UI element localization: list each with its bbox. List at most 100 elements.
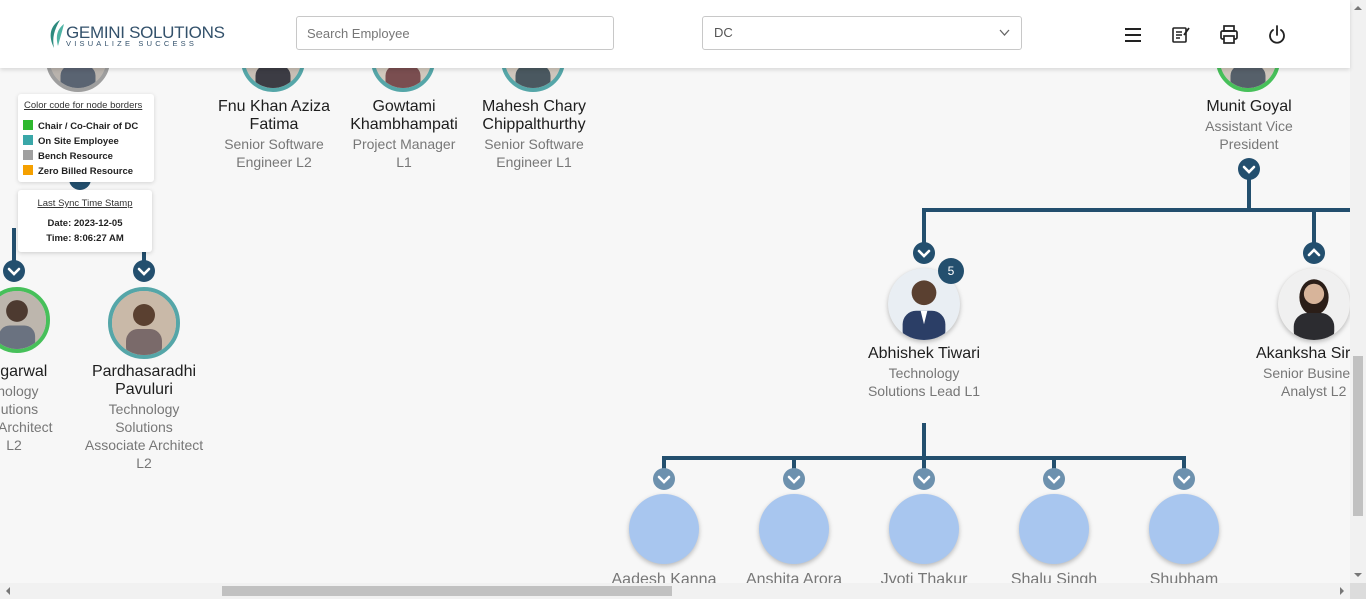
scrollbar-corner bbox=[1350, 583, 1366, 599]
title-line: Project Manager bbox=[352, 136, 456, 152]
employee-photo-placeholder[interactable] bbox=[1019, 494, 1089, 564]
employee-name: Shubham bbox=[1149, 571, 1219, 583]
horizontal-scrollbar[interactable] bbox=[0, 583, 1350, 599]
menu-button[interactable] bbox=[1121, 23, 1145, 47]
logo[interactable]: GEMINI SOLUTIONS VISUALIZE SUCCESS bbox=[46, 18, 225, 50]
title-line: L2 bbox=[136, 455, 152, 471]
collapse-toggle[interactable] bbox=[653, 468, 675, 490]
legend-item: Chair / Co-Chair of DC bbox=[23, 120, 138, 132]
org-chart-canvas[interactable]: Fnu Khan Aziza Fatima Senior Software En… bbox=[0, 0, 1350, 583]
legend-item: Bench Resource bbox=[23, 150, 113, 162]
sync-time: Time: 8:06:27 AM bbox=[46, 233, 124, 244]
connector-line bbox=[1312, 208, 1316, 244]
collapse-toggle[interactable] bbox=[913, 242, 935, 264]
name-line: Abhishek Tiwari bbox=[867, 345, 981, 362]
employee-title: Senior Software Engineer L2 bbox=[204, 135, 344, 171]
collapse-toggle[interactable] bbox=[133, 260, 155, 282]
chevron-up-icon bbox=[1307, 248, 1321, 257]
search-input[interactable] bbox=[296, 16, 614, 50]
employee-name: Gowtami Khambhampati bbox=[334, 98, 474, 134]
collapse-toggle[interactable] bbox=[3, 260, 25, 282]
title-line: Senior Busine bbox=[1263, 365, 1350, 381]
name-line: Mahesh Chary bbox=[481, 98, 587, 115]
legend-item: Zero Billed Resource bbox=[23, 165, 133, 177]
leaf-logo-icon bbox=[50, 20, 64, 48]
title-line: Senior Software bbox=[224, 136, 324, 152]
collapse-toggle[interactable] bbox=[1173, 468, 1195, 490]
name-line: Fatima bbox=[249, 116, 299, 133]
employee-photo[interactable] bbox=[1278, 268, 1350, 340]
title-line: L2 bbox=[6, 437, 22, 453]
collapse-toggle[interactable] bbox=[913, 468, 935, 490]
legend-swatch bbox=[23, 120, 33, 130]
title-line: Engineer L2 bbox=[236, 154, 312, 170]
chevron-down-icon bbox=[999, 29, 1010, 36]
person-avatar-icon bbox=[112, 291, 176, 355]
menu-icon bbox=[1125, 28, 1141, 42]
name-line: Fnu Khan Aziza bbox=[217, 98, 331, 115]
connector-line bbox=[12, 228, 16, 264]
employee-name: Pardhasaradhi Pavuluri bbox=[74, 363, 214, 399]
employee-photo-placeholder[interactable] bbox=[629, 494, 699, 564]
legend-swatch bbox=[23, 150, 33, 160]
collapse-toggle[interactable] bbox=[1043, 468, 1065, 490]
title-line: Senior Software bbox=[484, 136, 584, 152]
title-line: ate Architect bbox=[0, 419, 53, 435]
legend-label: On Site Employee bbox=[38, 136, 119, 147]
employee-photo[interactable] bbox=[108, 287, 180, 359]
sync-title: Last Sync Time Stamp bbox=[37, 198, 133, 209]
scroll-down-icon bbox=[1354, 573, 1362, 577]
horizontal-scroll-thumb[interactable] bbox=[222, 586, 672, 596]
name-line: Gowtami bbox=[372, 98, 436, 115]
legend-swatch bbox=[23, 135, 33, 145]
employee-photo-placeholder[interactable] bbox=[759, 494, 829, 564]
employee-name: Anshita Arora bbox=[745, 571, 843, 583]
chevron-down-icon bbox=[137, 267, 151, 276]
chevron-down-icon bbox=[787, 475, 801, 484]
person-avatar-icon bbox=[0, 291, 46, 349]
dc-select[interactable]: DC bbox=[702, 16, 1022, 50]
title-line: Assistant Vice bbox=[1205, 118, 1293, 134]
title-line: Engineer L1 bbox=[496, 154, 572, 170]
name-line: Munit Goyal bbox=[1206, 98, 1292, 115]
print-button[interactable] bbox=[1217, 23, 1241, 47]
legend-label: Chair / Co-Chair of DC bbox=[38, 121, 139, 132]
employee-title: Assistant Vice President bbox=[1179, 117, 1319, 153]
collapse-toggle[interactable] bbox=[783, 468, 805, 490]
name-line: Pardhasaradhi bbox=[91, 363, 197, 380]
scroll-up-icon bbox=[1354, 6, 1362, 10]
logo-tagline: VISUALIZE SUCCESS bbox=[66, 39, 198, 48]
employee-photo-placeholder[interactable] bbox=[1149, 494, 1219, 564]
title-line: hnology bbox=[0, 383, 39, 399]
employee-title: Project Manager L1 bbox=[334, 135, 474, 171]
sync-timestamp: Last Sync Time Stamp Date: 2023-12-05 Ti… bbox=[18, 190, 152, 252]
title-line: Analyst L2 bbox=[1281, 383, 1347, 399]
employee-name: Fnu Khan Aziza Fatima bbox=[204, 98, 344, 134]
employee-title: Senior Software Engineer L1 bbox=[464, 135, 604, 171]
employee-name: Akanksha Sir bbox=[1244, 345, 1350, 363]
scroll-right-icon bbox=[1340, 587, 1344, 595]
title-line: Associate Architect bbox=[84, 437, 204, 453]
chevron-down-icon bbox=[1047, 475, 1061, 484]
notes-button[interactable] bbox=[1169, 23, 1193, 47]
title-line: President bbox=[1219, 136, 1279, 152]
app-header: GEMINI SOLUTIONS VISUALIZE SUCCESS DC bbox=[0, 0, 1350, 68]
vertical-scrollbar[interactable] bbox=[1350, 0, 1366, 583]
employee-name: Aadesh Kanna bbox=[611, 571, 717, 583]
connector-line bbox=[922, 423, 926, 459]
collapse-toggle[interactable] bbox=[1238, 158, 1260, 180]
connector-line bbox=[922, 208, 926, 244]
chevron-down-icon bbox=[917, 249, 931, 258]
connector-line bbox=[922, 208, 1350, 212]
scroll-left-icon bbox=[6, 587, 10, 595]
employee-photo-placeholder[interactable] bbox=[889, 494, 959, 564]
chevron-down-icon bbox=[657, 475, 671, 484]
logout-button[interactable] bbox=[1265, 23, 1289, 47]
employee-name: Shalu Singh bbox=[1010, 571, 1098, 583]
employee-photo[interactable] bbox=[0, 287, 50, 353]
name-line: Pavuluri bbox=[115, 381, 173, 398]
legend-label: Zero Billed Resource bbox=[38, 166, 134, 177]
expand-toggle[interactable] bbox=[1303, 242, 1325, 264]
vertical-scroll-thumb[interactable] bbox=[1353, 356, 1363, 516]
legend-item: On Site Employee bbox=[23, 135, 119, 147]
